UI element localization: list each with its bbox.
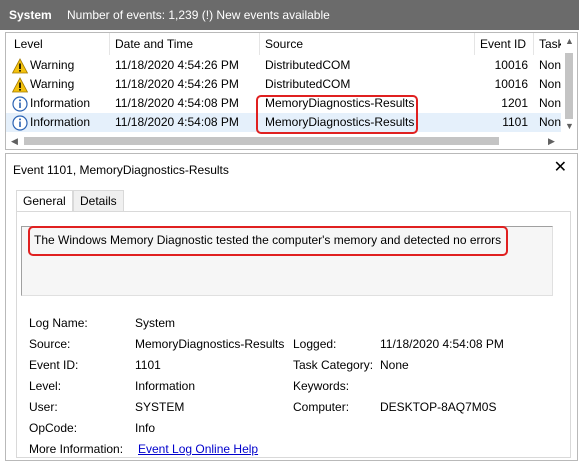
label-logged: Logged: [293,337,337,351]
scroll-up-arrow-icon[interactable]: ▲ [565,36,574,46]
label-task-category: Task Category: [293,358,374,372]
row-level: Warning [30,77,75,91]
label-keywords: Keywords: [293,379,350,393]
vertical-scroll-thumb[interactable] [565,53,573,119]
value-user: SYSTEM [135,400,185,414]
row-source: DistributedCOM [265,58,351,72]
row-event-id: 10016 [494,58,528,72]
value-source: MemoryDiagnostics-Results [135,337,285,351]
row-event-id: 1101 [502,115,528,129]
highlight-annotation [256,95,418,134]
row-event-id: 10016 [494,77,528,91]
warning-icon [12,77,28,93]
scroll-right-arrow-icon[interactable]: ▶ [548,136,555,146]
tab-general[interactable]: General [16,190,73,213]
tab-details[interactable]: Details [73,190,124,212]
value-task-category: None [380,358,409,372]
label-level: Level: [29,379,62,393]
table-row[interactable]: Warning 11/18/2020 4:54:26 PM Distribute… [6,75,565,94]
highlight-annotation [28,226,508,256]
column-header-level[interactable]: Level [9,33,109,55]
label-computer: Computer: [293,400,350,414]
table-row[interactable]: Warning 11/18/2020 4:54:26 PM Distribute… [6,56,565,75]
row-level: Information [30,115,91,129]
label-log-name: Log Name: [29,316,88,330]
value-logged: 11/18/2020 4:54:08 PM [380,337,504,351]
value-log-name: System [135,316,176,330]
row-level: Warning [30,58,75,72]
row-date: 11/18/2020 4:54:26 PM [115,58,239,72]
event-details-panel: Event 1101, MemoryDiagnostics-Results ✕ … [5,153,578,461]
label-user: User: [29,400,58,414]
label-source: Source: [29,337,71,351]
log-title: System [9,8,52,22]
label-opcode: OpCode: [29,421,78,435]
column-header-event-id[interactable]: Event ID [475,33,533,55]
horizontal-scrollbar[interactable]: ◀ ▶ [6,133,577,149]
row-date: 11/18/2020 4:54:08 PM [115,115,239,129]
details-title: Event 1101, MemoryDiagnostics-Results [13,163,229,177]
event-list-header: Level Date and Time Source Event ID Task [6,33,577,55]
label-event-id: Event ID: [29,358,79,372]
label-more-information: More Information: [29,442,124,456]
value-computer: DESKTOP-8AQ7M0S [380,400,497,414]
info-icon [12,115,28,131]
column-header-source[interactable]: Source [260,33,474,55]
warning-icon [12,58,28,74]
scroll-left-arrow-icon[interactable]: ◀ [11,136,18,146]
close-icon[interactable]: ✕ [554,160,567,176]
row-event-id: 1201 [501,96,528,110]
row-level: Information [30,96,91,110]
horizontal-scroll-thumb[interactable] [24,137,499,145]
event-count-status: Number of events: 1,239 (!) New events a… [67,8,330,22]
vertical-scrollbar[interactable]: ▲ ▼ [561,33,577,133]
column-header-task[interactable]: Task [534,33,564,55]
scroll-down-arrow-icon[interactable]: ▼ [565,121,574,131]
row-source: DistributedCOM [265,77,351,91]
event-log-online-help-link[interactable]: Event Log Online Help [138,442,258,456]
log-header-bar: System Number of events: 1,239 (!) New e… [0,0,579,30]
row-date: 11/18/2020 4:54:26 PM [115,77,239,91]
value-level: Information [135,379,196,393]
row-date: 11/18/2020 4:54:08 PM [115,96,239,110]
value-event-id: 1101 [135,358,161,372]
info-icon [12,96,28,112]
column-header-date[interactable]: Date and Time [110,33,260,55]
value-opcode: Info [135,421,156,435]
